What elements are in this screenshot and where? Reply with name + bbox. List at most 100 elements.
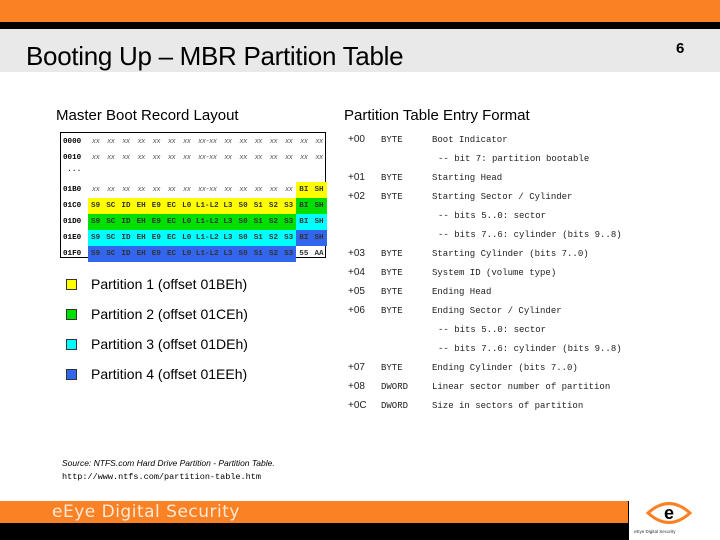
legend-label: Partition 1 (offset 01BEh) xyxy=(91,276,248,292)
mbr-byte-cell: S1 xyxy=(250,246,266,262)
format-description: Ending Cylinder (bits 7..0) xyxy=(432,363,578,373)
mbr-row-address: 0000 xyxy=(63,138,82,146)
mbr-byte-cell: EC xyxy=(163,214,180,230)
mbr-ellipsis: ... xyxy=(67,165,82,174)
mbr-byte-cell: EH xyxy=(133,198,149,214)
footer-brand-text: eEye Digital Security xyxy=(52,502,240,522)
mbr-byte-cell: E9 xyxy=(148,214,164,230)
mbr-row: 0000 xx xx xx xx xx xx xx xx-xx xx xx xx xx xx xx xx xyxy=(61,134,325,150)
mbr-byte-cell: EH xyxy=(133,246,149,262)
mbr-byte-cell: L0 xyxy=(179,246,195,262)
mbr-byte-cell: xx xyxy=(269,138,278,146)
mbr-byte-cell: L1-L2 xyxy=(194,214,221,230)
format-offset: +0C xyxy=(348,400,367,411)
format-offset: +06 xyxy=(348,305,365,316)
legend-label: Partition 3 (offset 01DEh) xyxy=(91,336,248,352)
format-description: Starting Cylinder (bits 7..0) xyxy=(432,249,589,259)
mbr-row: 01E0 S9 SC ID EH E9 EC L0 L1-L2 L3 S0 S1 S2 S3 BI SH xyxy=(61,230,327,246)
mbr-byte-cell: S9 xyxy=(88,230,104,246)
mbr-byte-cell: BI xyxy=(296,230,312,246)
mbr-byte-cell: xx xyxy=(254,186,263,194)
mbr-byte-cell: xx xyxy=(152,138,161,146)
mbr-byte-cell: xx xyxy=(91,186,100,194)
format-type: BYTE xyxy=(381,192,403,202)
mbr-byte-cell: xx xyxy=(224,186,232,194)
mbr-row: 01B0 xx xx xx xx xx xx xx xx-xx xx xx xx xx xx BI SH xyxy=(61,182,327,198)
mbr-byte-cell: S9 xyxy=(88,214,104,230)
mbr-byte-cell: xx-xx xyxy=(198,138,217,146)
mbr-row-address: 01C0 xyxy=(63,202,82,210)
format-type: BYTE xyxy=(381,287,403,297)
mbr-byte-cell: xx xyxy=(269,154,278,162)
mbr-layout-heading: Master Boot Record Layout xyxy=(56,107,239,124)
format-offset: +04 xyxy=(348,267,365,278)
header-black-band xyxy=(0,22,720,29)
mbr-byte-cell: S3 xyxy=(281,214,297,230)
mbr-byte-cell: E9 xyxy=(148,246,164,262)
slide-number: 6 xyxy=(676,40,685,57)
format-type: BYTE xyxy=(381,268,403,278)
mbr-byte-cell: xx xyxy=(224,138,232,146)
footer-divider xyxy=(628,501,629,540)
source-url[interactable]: http://www.ntfs.com/partition-table.htm xyxy=(62,472,261,482)
mbr-byte-cell: xx xyxy=(152,154,161,162)
mbr-byte-cell: SH xyxy=(311,214,327,230)
mbr-byte-cell: SH xyxy=(311,198,327,214)
mbr-byte-cell: xx xyxy=(183,138,191,146)
format-note-text: -- bit 7: partition bootable xyxy=(438,154,590,164)
eeye-logo-icon: e xyxy=(646,502,692,524)
mbr-byte-cell: xx xyxy=(254,154,263,162)
mbr-byte-cell: L3 xyxy=(220,198,236,214)
mbr-byte-cell: xx-xx xyxy=(198,186,217,194)
mbr-byte-cell: xx xyxy=(315,138,323,146)
mbr-byte-cell: S2 xyxy=(265,214,282,230)
mbr-byte-cell: ID xyxy=(118,214,134,230)
mbr-byte-cell: S0 xyxy=(235,246,251,262)
mbr-byte-cell: BI xyxy=(296,214,312,230)
footer-black-band xyxy=(0,523,628,540)
format-offset: +08 xyxy=(348,381,365,392)
format-offset: +00 xyxy=(348,134,365,145)
format-description: Ending Head xyxy=(432,287,492,297)
format-description: Linear sector number of partition xyxy=(432,382,611,392)
format-description: Starting Sector / Cylinder xyxy=(432,192,573,202)
mbr-byte-cell: BI xyxy=(296,198,312,214)
mbr-byte-cell: S2 xyxy=(265,246,282,262)
mbr-byte-cell: xx xyxy=(239,154,247,162)
mbr-byte-cell: xx xyxy=(107,154,115,162)
mbr-row: 01D0 S9 SC ID EH E9 EC L0 L1-L2 L3 S0 S1 S2 S3 BI SH xyxy=(61,214,327,230)
mbr-byte-cell: L1-L2 xyxy=(194,230,221,246)
mbr-byte-cell: E9 xyxy=(148,198,164,214)
mbr-byte-cell: L1-L2 xyxy=(194,246,221,262)
mbr-byte-cell: xx xyxy=(152,186,161,194)
mbr-byte-cell: xx xyxy=(91,138,100,146)
mbr-byte-cell: SH xyxy=(311,230,327,246)
mbr-byte-cell: xx xyxy=(167,138,176,146)
mbr-byte-cell: EH xyxy=(133,214,149,230)
legend-label: Partition 4 (offset 01EEh) xyxy=(91,366,248,382)
mbr-byte-cell: xx xyxy=(107,138,115,146)
mbr-byte-cell: EC xyxy=(163,198,180,214)
format-type: BYTE xyxy=(381,173,403,183)
format-type: BYTE xyxy=(381,135,403,145)
mbr-byte-cell: L3 xyxy=(220,230,236,246)
mbr-byte-cell: xx xyxy=(284,138,293,146)
mbr-byte-cell: S9 xyxy=(88,198,104,214)
mbr-byte-cell: xx xyxy=(239,186,247,194)
mbr-byte-cell: L1-L2 xyxy=(194,198,221,214)
mbr-row-address: 01E0 xyxy=(63,234,82,242)
mbr-row-address: 01B0 xyxy=(63,186,82,194)
logo-caption: eEye Digital Security xyxy=(634,529,676,534)
legend-label: Partition 2 (offset 01CEh) xyxy=(91,306,248,322)
mbr-byte-cell: xx xyxy=(239,138,247,146)
legend-swatch-icon xyxy=(66,339,77,350)
mbr-byte-cell: xx xyxy=(300,138,308,146)
mbr-byte-cell: SC xyxy=(103,214,119,230)
mbr-row: 01F0 S9 SC ID EH E9 EC L0 L1-L2 L3 S0 S1 S2 S3 55 AA xyxy=(61,246,325,262)
mbr-byte-cell: xx xyxy=(269,186,278,194)
format-note-text: -- bits 7..6: cylinder (bits 9..8) xyxy=(438,230,622,240)
mbr-byte-cell: ID xyxy=(118,198,134,214)
mbr-byte-cell: EC xyxy=(163,230,180,246)
mbr-byte-cell: S0 xyxy=(235,198,251,214)
mbr-byte-cell: E9 xyxy=(148,230,164,246)
